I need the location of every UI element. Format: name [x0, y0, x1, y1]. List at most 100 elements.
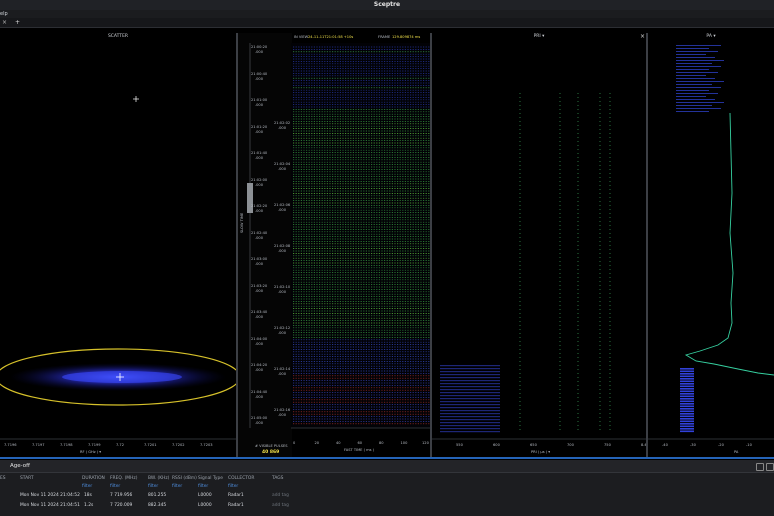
pri-density-band	[440, 401, 500, 403]
pri-density-band	[440, 368, 500, 370]
time-subtick-label: .000	[255, 421, 264, 425]
pri-density-band	[440, 398, 500, 400]
time-subtick-label: .000	[255, 262, 264, 266]
pri-density-band	[440, 383, 500, 385]
pri-density-band	[440, 371, 500, 373]
pa-density-band	[680, 403, 694, 405]
pa-density-band	[676, 66, 721, 67]
pri-density-band	[440, 377, 500, 379]
pa-density-band	[676, 78, 715, 79]
cell-tags[interactable]: add tag	[272, 501, 289, 510]
column-filter[interactable]: filter	[172, 482, 182, 491]
x-tick-label: 60	[357, 441, 363, 445]
menu-bar: elp	[0, 10, 774, 18]
pri-plot[interactable]	[432, 33, 646, 458]
column-filter[interactable]: filter	[82, 482, 92, 491]
pa-density-band	[680, 393, 694, 395]
panel-settings-icon[interactable]	[756, 463, 764, 471]
cell-freq: 7 719.956	[110, 493, 133, 498]
visible-pulses-value: 40 869	[262, 450, 280, 455]
pri-x-label[interactable]: PRI ( µs ) ▾	[531, 450, 550, 454]
pa-pane[interactable]: PA ▾ -40 -30 -20 -10 PA	[648, 33, 774, 458]
tab-close-icon[interactable]: ×	[0, 18, 9, 27]
pa-density-band	[676, 99, 715, 100]
x-tick-label: 650	[530, 443, 537, 447]
pri-density-band	[440, 431, 500, 433]
pri-density-band	[440, 380, 500, 382]
waterfall-plot[interactable]	[238, 33, 430, 458]
time-subtick-label: .000	[255, 315, 264, 319]
cell-collector: Radar1	[228, 503, 244, 508]
time-subtick-label: .000	[255, 394, 264, 399]
pa-density-band	[676, 45, 721, 46]
pa-density-band	[680, 410, 694, 413]
time-tick-label: 21:00:20	[251, 45, 268, 49]
pa-density-band	[676, 48, 709, 49]
x-tick-label: 750	[604, 443, 611, 447]
time-tick-label: 21:03:20	[251, 283, 268, 288]
cell-duration: 1.2s	[84, 503, 94, 508]
pa-density-band	[676, 63, 712, 64]
x-tick-label: 80	[379, 441, 384, 445]
time-subtick-label: .000	[255, 182, 264, 187]
column-filter[interactable]: filter	[228, 482, 238, 491]
pa-density-band	[680, 370, 694, 373]
table-row[interactable]: Mon Nov 11 2024 21:04:51 1.2s 7 720.009 882…	[0, 501, 774, 510]
pulse-subtick-label: .000	[278, 126, 287, 130]
pa-density-band	[680, 375, 694, 378]
ageoff-header: Age-off	[0, 460, 774, 473]
column-filter[interactable]: filter	[148, 482, 158, 491]
time-tick-label: 21:02:00	[251, 177, 268, 182]
x-tick-label: 7.7197	[32, 443, 45, 447]
panel-separator	[0, 457, 774, 459]
scatter-pane[interactable]: SCATTER 7.7196 7.7197 7.7198 7.7199 7.72 7.72…	[0, 33, 236, 458]
pa-density-band	[680, 385, 694, 388]
pa-density-band	[680, 398, 694, 400]
ageoff-title: Age-off	[10, 463, 30, 469]
table-row[interactable]: Mon Nov 11 2024 21:04:52 18s 7 719.956 801.…	[0, 491, 774, 500]
column-filter[interactable]: filter	[198, 482, 208, 491]
time-tick-label: 21:01:40	[251, 151, 268, 155]
pa-density-band	[680, 425, 694, 428]
add-tab-icon[interactable]: +	[13, 18, 22, 27]
pa-x-label: PA	[734, 450, 739, 454]
pa-density-band	[680, 395, 694, 398]
scatter-x-label[interactable]: RF ( GHz ) ▾	[80, 450, 101, 454]
pa-density-band	[676, 54, 706, 55]
fast-time-label: FAST TIME ( ms )	[344, 448, 375, 452]
x-tick-label: 0	[293, 441, 296, 445]
time-tick-label: 21:02:40	[251, 230, 268, 235]
x-tick-label: 20	[314, 441, 320, 445]
x-tick-label: 7.7198	[60, 443, 73, 447]
menu-help[interactable]: elp	[0, 10, 8, 18]
pri-density-band	[440, 365, 500, 367]
cell-tags[interactable]: add tag	[272, 491, 289, 500]
waterfall-pane[interactable]: IN VIEW 24-11-11T21:01:58 +10s FRAME 129…	[238, 33, 430, 458]
pri-density-band	[440, 422, 500, 424]
pa-density-band	[676, 105, 712, 106]
pa-density-band	[676, 108, 721, 109]
pri-density-band	[440, 389, 500, 391]
pa-density-band	[676, 57, 715, 58]
time-subtick-label: .000	[255, 288, 264, 293]
pri-density-band	[440, 386, 500, 388]
time-subtick-label: .000	[255, 209, 264, 213]
pulse-tick-label: 21:02:02	[274, 121, 291, 125]
pri-pane[interactable]: PRI ▾ × 5506006507007508.40 PRI ( µs ) ▾	[432, 33, 646, 458]
pa-density-band	[676, 60, 724, 61]
time-subtick-label: .000	[255, 341, 264, 346]
cell-bw: 801.255	[148, 493, 167, 498]
pulse-tick-label: 21:02:06	[274, 203, 291, 207]
visible-pulses-label: # VISIBLE PULSES	[255, 444, 288, 448]
panel-expand-icon[interactable]	[766, 463, 774, 471]
pri-density-band	[440, 404, 500, 406]
pa-plot[interactable]	[648, 33, 774, 458]
time-tick-label: 21:04:20	[251, 363, 268, 367]
scatter-plot[interactable]	[0, 33, 236, 458]
pa-density-band	[680, 408, 694, 410]
pulse-subtick-label: .000	[278, 290, 287, 294]
column-filter[interactable]: filter	[110, 482, 120, 491]
pulse-subtick-label: .000	[278, 372, 287, 376]
pulse-subtick-label: .000	[278, 413, 287, 417]
time-tick-label: 21:01:20	[251, 124, 268, 129]
